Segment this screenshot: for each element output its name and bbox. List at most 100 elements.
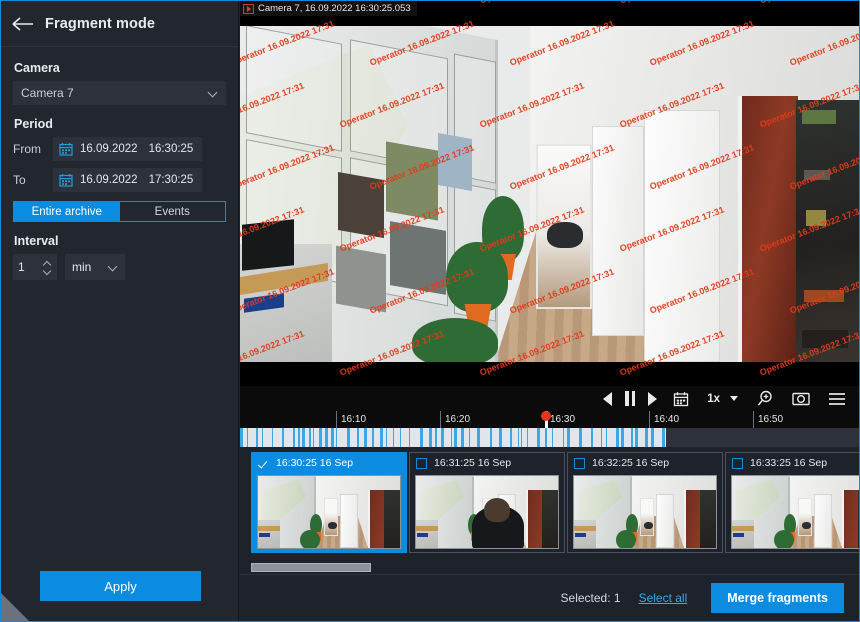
playhead-marker-icon [541,411,551,421]
video-caption-bar: Camera 7, 16.09.2022 16:30:25.053 [240,1,417,16]
chevron-down-icon [208,88,218,98]
timeline-tick: 16:10 [336,411,366,428]
interval-value: 1 [18,260,43,274]
timeline-tick: 16:40 [649,411,679,428]
calendar-icon [59,173,73,187]
tab-events[interactable]: Events [120,202,226,221]
scene-white-door-1 [592,126,644,336]
stepper-arrows[interactable] [43,260,52,274]
apply-button[interactable]: Apply [40,571,201,601]
from-date-value: 16.09.2022 [80,143,138,155]
calendar-icon[interactable] [663,386,699,411]
scene-beanbag [547,222,583,248]
fragment-preview-image [257,475,401,549]
from-label: From [13,142,53,156]
fragment-thumbnail[interactable]: 16:33:25 16 Sep [725,452,860,553]
stepper-down-icon[interactable] [43,269,52,274]
selected-count-label: Selected: 1 [561,591,621,605]
interval-controls: 1 min [13,254,226,280]
fragment-checkbox[interactable] [732,458,743,469]
scene-picture-1 [338,172,384,238]
page-title: Fragment mode [45,16,155,32]
timeline-ruler[interactable]: 16:10 16:20 16:30 16:40 16:50 [240,411,860,428]
camera-section-label: Camera [14,61,226,75]
fragment-thumbnail[interactable]: 16:32:25 16 Sep [567,452,723,553]
period-to-row: To 16.09.2022 17:30:25 [13,168,226,192]
magnifier-plus-icon[interactable] [748,386,783,411]
fragment-checkbox[interactable] [416,458,427,469]
timeline-track[interactable] [240,428,860,447]
sidebar-body: Camera Camera 7 Period From 16.09.2022 1… [1,47,238,280]
video-frame[interactable]: Operator 16.09.2022 17:31 Operator 16.09.… [240,1,860,386]
interval-unit-select[interactable]: min [65,254,125,280]
resize-corner-handle[interactable] [1,589,33,621]
sidebar-panel: Fragment mode Camera Camera 7 Period Fro… [1,1,239,621]
camera-snapshot-icon[interactable] [783,386,819,411]
fragment-thumbnail-header: 16:30:25 16 Sep [252,453,406,473]
period-from-row: From 16.09.2022 16:30:25 [13,137,226,161]
timeline-tick: 16:20 [440,411,470,428]
interval-stepper[interactable]: 1 [13,254,57,280]
scene-white-door-2 [644,110,720,362]
next-frame-icon[interactable] [642,386,663,411]
fragment-thumbnail-header: 16:32:25 16 Sep [568,453,722,473]
scene-picture-4 [336,246,386,313]
playback-speed-value[interactable]: 1x [699,386,724,411]
fragment-preview-image [731,475,860,549]
caret-down-icon[interactable] [724,386,748,411]
scene-server-rack [796,100,860,362]
timeline-playhead[interactable] [545,411,548,428]
video-scene-hallway [240,26,860,362]
to-datetime-field[interactable]: 16.09.2022 17:30:25 [53,168,202,192]
fragment-thumbnail-header: 16:31:25 16 Sep [410,453,564,473]
video-caption-text: Camera 7, 16.09.2022 16:30:25.053 [258,3,411,14]
fragment-thumbnail[interactable]: 16:30:25 16 Sep [251,452,407,553]
previous-frame-icon[interactable] [597,386,618,411]
fragment-thumbnail[interactable]: 16:31:25 16 Sep [409,452,565,553]
fragment-preview-image [573,475,717,549]
play-badge-icon [243,4,254,14]
fragment-time-label: 16:30:25 16 Sep [276,457,353,469]
hamburger-menu-icon[interactable] [819,386,852,411]
scene-picture-2 [386,141,438,220]
scene-plant-3 [412,318,498,362]
camera-select-value: Camera 7 [21,86,208,100]
fragment-checkbox[interactable] [574,458,585,469]
timeline-archive-segment[interactable] [240,428,666,447]
back-arrow-icon[interactable] [1,1,45,47]
interval-section-label: Interval [14,234,226,248]
from-datetime-field[interactable]: 16.09.2022 16:30:25 [53,137,202,161]
to-time-value: 17:30:25 [149,174,194,186]
calendar-icon [59,142,73,156]
scene-picture-3 [390,221,446,295]
select-all-link[interactable]: Select all [639,591,688,605]
archive-mode-tabs: Entire archive Events [13,201,226,222]
sidebar-header: Fragment mode [1,1,238,47]
fragment-time-label: 16:32:25 16 Sep [592,457,669,469]
tab-entire-archive[interactable]: Entire archive [14,202,120,221]
thumbnail-scrollbar[interactable] [251,563,621,572]
camera-select[interactable]: Camera 7 [13,81,226,105]
scene-monitor [242,219,294,270]
fragment-preview-image [415,475,559,549]
period-section-label: Period [14,117,226,131]
pause-icon[interactable] [618,386,642,411]
interval-unit-value: min [72,260,108,274]
checkmark-icon[interactable] [258,458,269,469]
to-label: To [13,173,53,187]
merge-fragments-button[interactable]: Merge fragments [711,583,844,613]
scene-brown-door [738,96,798,362]
to-date-value: 16.09.2022 [80,174,138,186]
fragment-time-label: 16:31:25 16 Sep [434,457,511,469]
fragment-time-label: 16:33:25 16 Sep [750,457,827,469]
fragment-thumbnail-strip: 16:30:25 16 Sep 16:31:25 16 Sep 16:32:25… [240,447,860,574]
footer-bar: Selected: 1 Select all Merge fragments [240,574,860,621]
stepper-up-icon[interactable] [43,260,52,265]
scene-person-head [484,498,510,522]
chevron-down-icon [108,262,118,272]
letterbox-bottom [240,362,860,386]
fragment-mode-window: Fragment mode Camera Camera 7 Period Fro… [0,0,860,622]
scene-picture-5 [438,133,472,191]
thumbnail-scrollbar-thumb[interactable] [251,563,371,572]
scene-plant-2 [446,242,508,312]
